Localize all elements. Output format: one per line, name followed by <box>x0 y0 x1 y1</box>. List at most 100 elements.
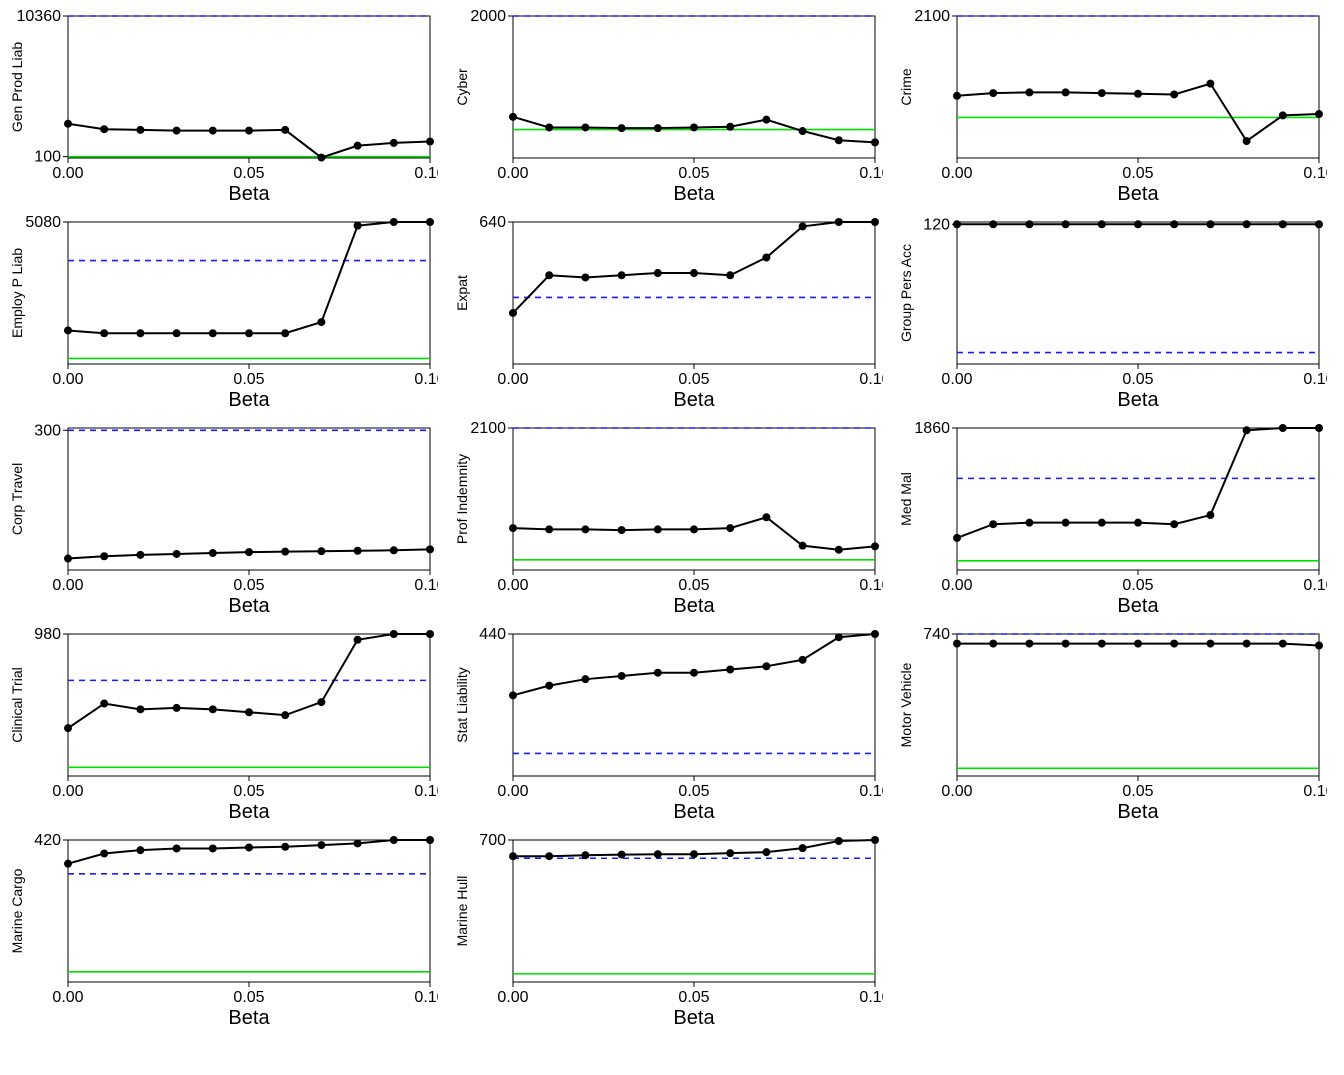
x-tick-label: 0.05 <box>1123 577 1154 594</box>
x-tick-label: 0.10 <box>859 577 883 594</box>
data-line <box>68 222 430 333</box>
x-tick-label: 0.10 <box>859 165 883 182</box>
x-tick-label: 0.00 <box>52 165 83 182</box>
y-axis-label: Med Mal <box>898 472 914 526</box>
panel-group-pers-acc: 1200.000.050.10BetaGroup Pers Acc <box>897 214 1336 414</box>
x-axis-label: Beta <box>228 801 270 823</box>
panel-clinical-trial: 980 0.00 0.05 0.10 Beta Clinical Trial <box>8 626 447 826</box>
plot-frame <box>957 428 1319 570</box>
x-tick-label: 0.00 <box>497 783 528 800</box>
x-axis-label: Beta <box>1118 595 1160 617</box>
x-axis-label: Beta <box>673 1007 715 1029</box>
x-tick-label: 0.10 <box>859 371 883 388</box>
y-axis-label: Gen Prod Liab <box>9 42 25 132</box>
x-tick-label: 0.10 <box>1304 371 1328 388</box>
y-axis-label: Crime <box>898 68 914 106</box>
x-axis-label: Beta <box>1118 801 1160 823</box>
y-axis-label: Clinical Trial <box>9 667 25 742</box>
panel-employ-p-liab: 50800.000.050.10BetaEmploy P Liab <box>8 214 447 414</box>
x-tick-label: 0.00 <box>942 783 973 800</box>
data-line <box>513 222 875 313</box>
y-axis-label: Motor Vehicle <box>898 662 914 747</box>
y-tick-label: 740 <box>924 626 951 643</box>
plot-frame <box>957 222 1319 364</box>
x-axis-label: Beta <box>228 183 270 205</box>
x-tick-label: 0.10 <box>859 783 883 800</box>
x-tick-label: 0.00 <box>942 165 973 182</box>
x-axis-label: Beta <box>1118 389 1160 411</box>
x-tick-label: 0.05 <box>1123 165 1154 182</box>
x-tick-label: 0.10 <box>859 989 883 1006</box>
x-tick-label: 0.05 <box>233 783 264 800</box>
x-axis-label: Beta <box>228 595 270 617</box>
x-tick-label: 0.10 <box>1304 783 1328 800</box>
panel-marine-cargo: 4200.000.050.10BetaMarine Cargo <box>8 832 447 1032</box>
x-tick-label: 0.00 <box>52 371 83 388</box>
panel-stat-liability: 440 0.00 0.05 0.10 Beta Stat Liability <box>453 626 892 826</box>
y-tick-label: 700 <box>479 832 506 849</box>
x-tick-label: 0.10 <box>414 783 438 800</box>
plot-frame <box>513 16 875 158</box>
plot-frame <box>513 840 875 982</box>
x-tick-label: 0.10 <box>414 989 438 1006</box>
x-tick-label: 0.10 <box>414 165 438 182</box>
y-tick-label: 420 <box>34 832 61 849</box>
panel-crime: 21000.000.050.10BetaCrime <box>897 8 1336 208</box>
plot-frame <box>957 16 1319 158</box>
x-tick-label: 0.00 <box>497 371 528 388</box>
plot-frame <box>513 428 875 570</box>
y-tick-label: 120 <box>924 216 951 233</box>
x-tick-label: 0.00 <box>52 989 83 1006</box>
x-axis-label: Beta <box>673 801 715 823</box>
chart-grid: 100103600.000.050.10BetaGen Prod Liab200… <box>0 0 1344 1040</box>
panel-motor-vehicle: 740 0.00 0.05 0.10 Beta Motor Vehicle <box>897 626 1336 826</box>
x-tick-label: 0.10 <box>1304 577 1328 594</box>
x-tick-label: 0.00 <box>52 577 83 594</box>
plot-frame <box>513 222 875 364</box>
y-axis-label: Prof Indemnity <box>454 454 470 544</box>
x-tick-label: 0.05 <box>233 371 264 388</box>
x-tick-label: 0.05 <box>1123 783 1154 800</box>
x-tick-label: 0.05 <box>678 577 709 594</box>
plot-frame <box>68 222 430 364</box>
y-axis-label: Stat Liability <box>454 667 470 742</box>
panel-cyber: 20000.000.050.10BetaCyber <box>453 8 892 208</box>
x-tick-label: 0.05 <box>1123 371 1154 388</box>
x-tick-label: 0.00 <box>497 989 528 1006</box>
y-tick-label: 300 <box>34 422 61 439</box>
x-axis-label: Beta <box>228 389 270 411</box>
x-tick-label: 0.05 <box>678 165 709 182</box>
x-axis-label: Beta <box>673 595 715 617</box>
data-line <box>513 517 875 549</box>
x-tick-label: 0.10 <box>414 577 438 594</box>
x-tick-label: 0.05 <box>233 989 264 1006</box>
x-axis-label: Beta <box>673 183 715 205</box>
x-tick-label: 0.05 <box>678 371 709 388</box>
panel-gen-prod-liab: 100103600.000.050.10BetaGen Prod Liab <box>8 8 447 208</box>
y-tick-label: 980 <box>34 626 61 643</box>
x-tick-label: 0.00 <box>497 165 528 182</box>
x-axis-label: Beta <box>228 1007 270 1029</box>
x-tick-label: 0.05 <box>678 783 709 800</box>
y-tick-label: 2100 <box>470 420 506 437</box>
y-tick-label: 1860 <box>915 420 951 437</box>
y-axis-label: Corp Travel <box>9 463 25 535</box>
panel-expat: 6400.000.050.10BetaExpat <box>453 214 892 414</box>
y-tick-label: 440 <box>479 626 506 643</box>
x-tick-label: 0.00 <box>497 577 528 594</box>
panel-marine-hull: 7000.000.050.10BetaMarine Hull <box>453 832 892 1032</box>
plot-frame <box>68 634 430 776</box>
x-tick-label: 0.00 <box>942 371 973 388</box>
data-line <box>513 634 875 695</box>
x-tick-label: 0.10 <box>414 371 438 388</box>
y-axis-label: Employ P Liab <box>9 248 25 338</box>
panel-corp-travel: 3000.000.050.10BetaCorp Travel <box>8 420 447 620</box>
plot-frame <box>68 840 430 982</box>
x-tick-label: 0.00 <box>942 577 973 594</box>
x-tick-label: 0.00 <box>52 783 83 800</box>
y-tick-label: 2100 <box>915 8 951 25</box>
x-axis-label: Beta <box>1118 183 1160 205</box>
x-tick-label: 0.05 <box>233 165 264 182</box>
panel-prof-indemnity: 2100 0.00 0.05 0.10 Beta Prof Indemnity <box>453 420 892 620</box>
y-axis-label: Expat <box>454 275 470 311</box>
